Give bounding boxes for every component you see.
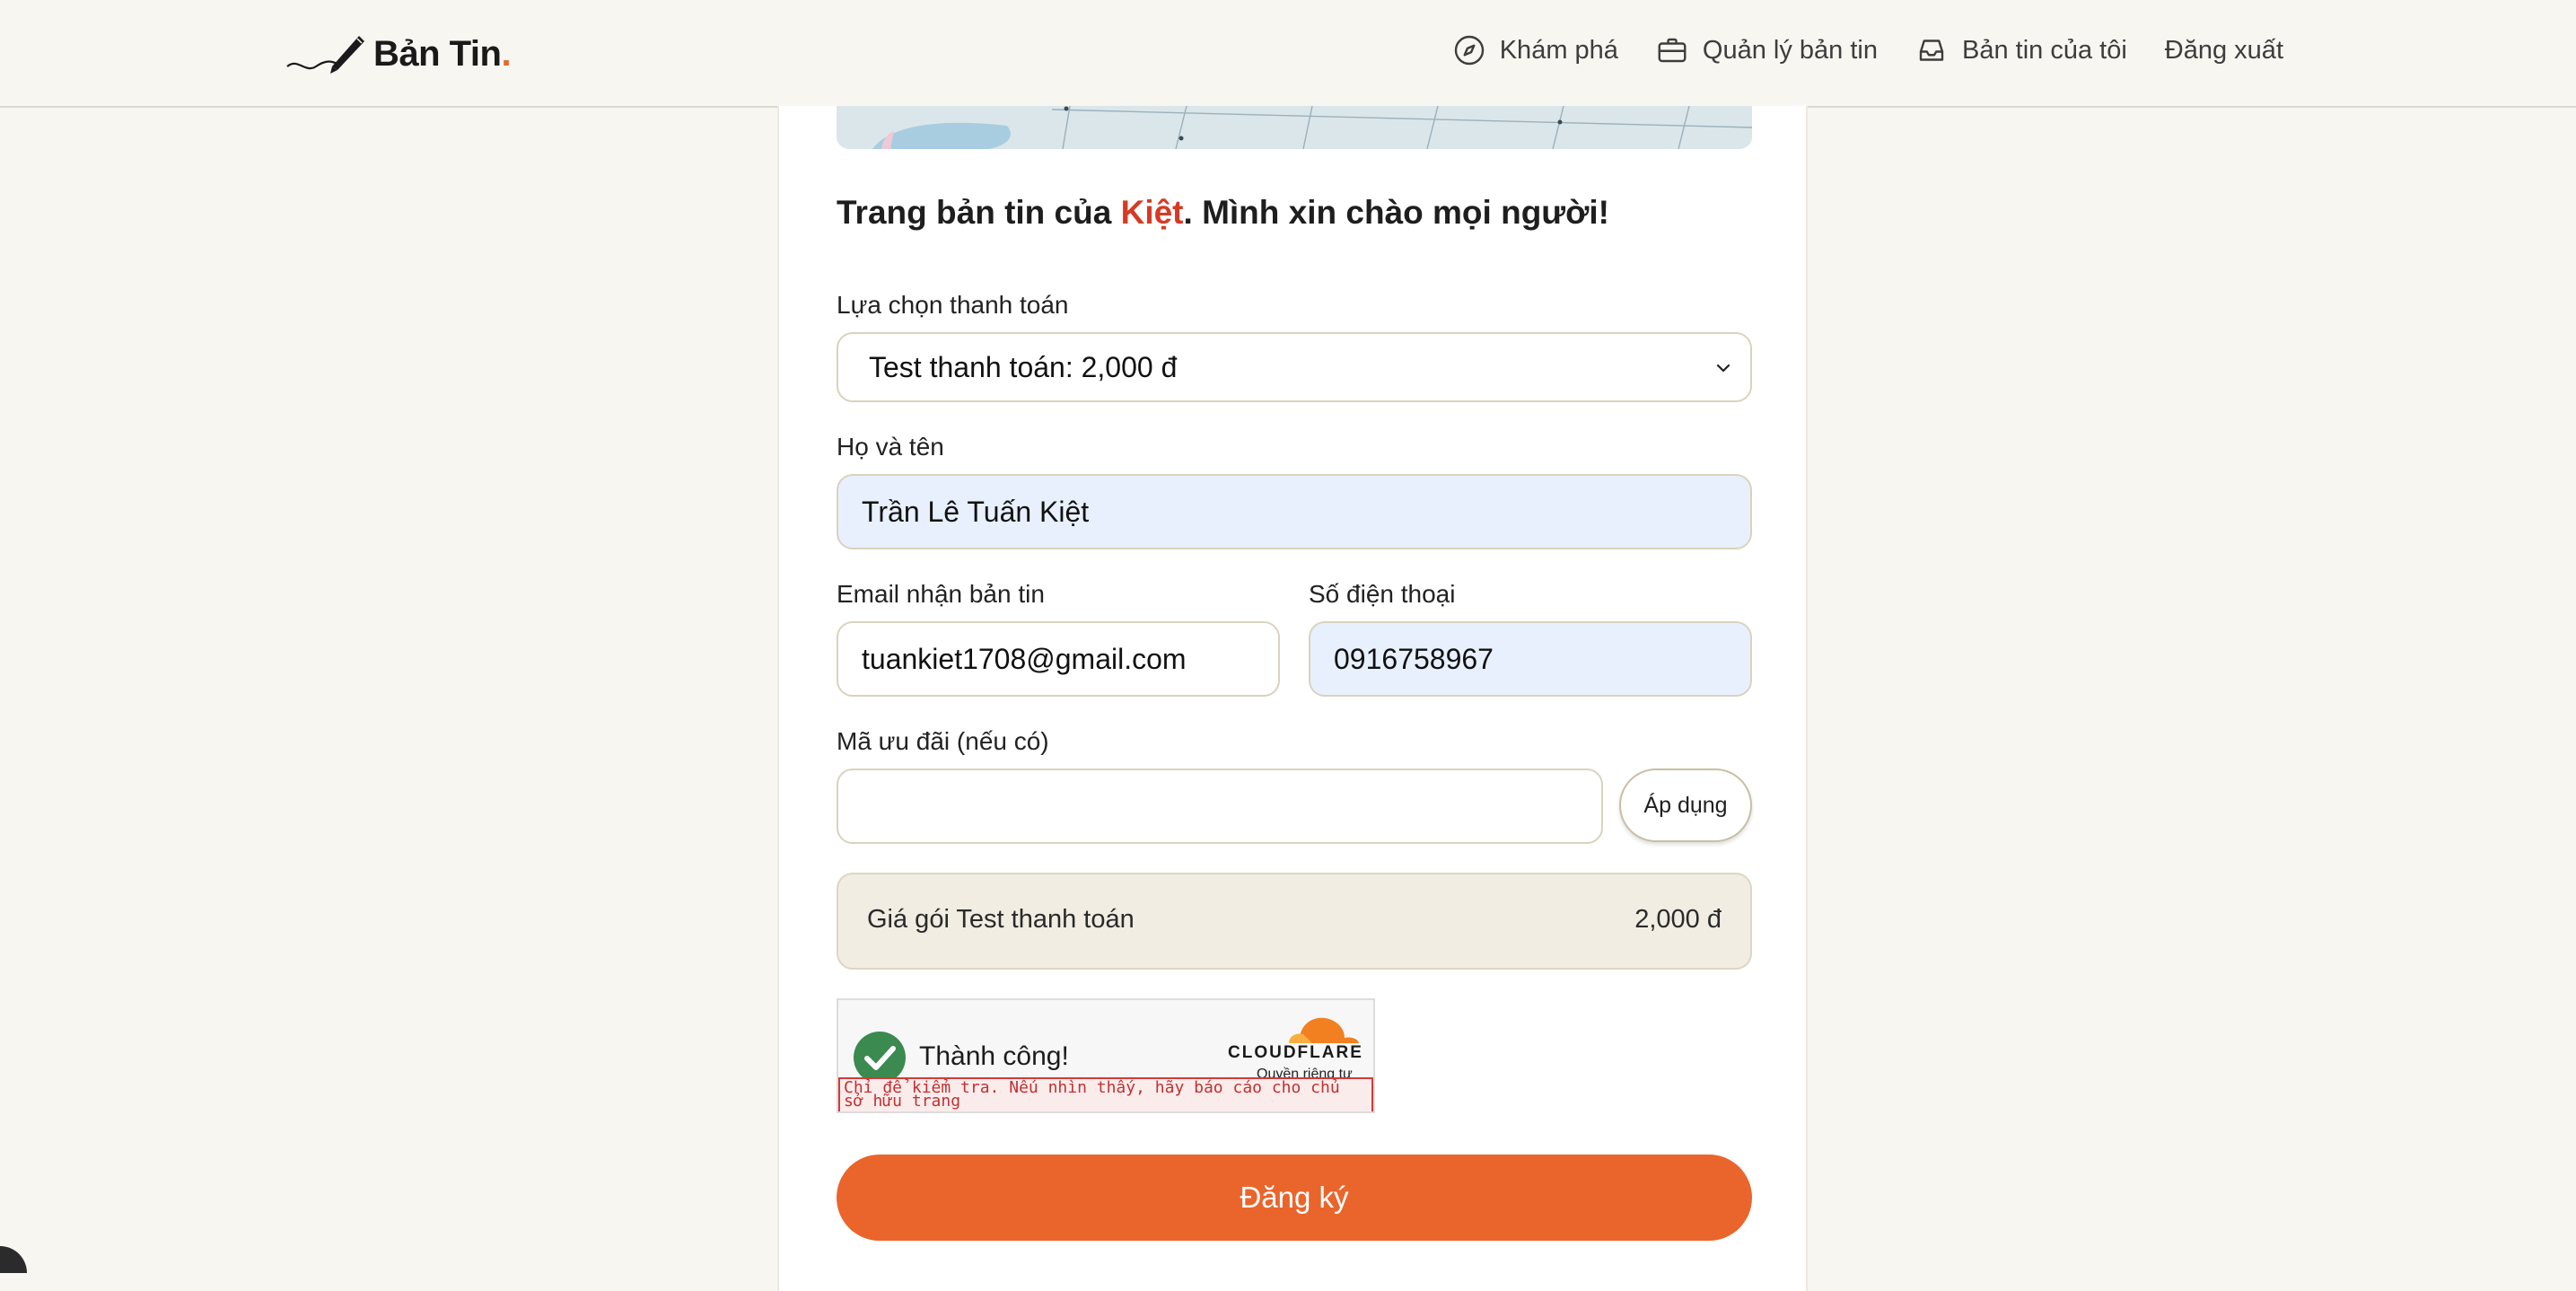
email-label: Email nhận bản tin bbox=[837, 580, 1045, 608]
main-nav: Khám phá Quản lý bản tin Bản tin của tôi… bbox=[1453, 27, 2283, 74]
price-summary: Giá gói Test thanh toán 2,000 đ bbox=[837, 873, 1752, 970]
inbox-icon bbox=[1919, 40, 1944, 61]
apply-promo-button[interactable]: Áp dụng bbox=[1619, 768, 1752, 842]
nav-manage[interactable]: Quản lý bản tin bbox=[1656, 34, 1878, 66]
cover-image-graphic bbox=[837, 106, 1752, 149]
captcha-status: Thành công! bbox=[919, 1041, 1069, 1071]
register-button[interactable]: Đăng ký bbox=[837, 1155, 1752, 1241]
price-amount: 2,000 đ bbox=[1634, 905, 1722, 934]
cloudflare-logo-text: CLOUDFLARE bbox=[1228, 1043, 1363, 1062]
title-prefix: Trang bản tin của bbox=[837, 194, 1121, 231]
payment-option-value: Test thanh toán: 2,000 đ bbox=[869, 350, 1178, 383]
full-name-label: Họ và tên bbox=[837, 433, 944, 461]
briefcase-icon bbox=[1658, 38, 1687, 63]
nav-explore[interactable]: Khám phá bbox=[1453, 34, 1618, 66]
price-label: Giá gói Test thanh toán bbox=[867, 905, 1135, 934]
cover-image bbox=[837, 106, 1752, 149]
page-title: Trang bản tin của Kiệt. Mình xin chào mọ… bbox=[837, 194, 1609, 232]
nav-my-newsletters[interactable]: Bản tin của tôi bbox=[1915, 34, 2127, 66]
nav-explore-label: Khám phá bbox=[1499, 35, 1618, 65]
pen-signature-icon bbox=[286, 36, 364, 74]
payment-option-label: Lựa chọn thanh toán bbox=[837, 291, 1069, 319]
email-value: tuankiet1708@gmail.com bbox=[862, 642, 1187, 675]
promo-code-input[interactable] bbox=[837, 768, 1603, 844]
title-suffix: . Mình xin chào mọi người! bbox=[1183, 194, 1609, 231]
phone-input[interactable]: 0916758967 bbox=[1309, 621, 1752, 697]
full-name-input[interactable]: Trần Lê Tuấn Kiệt bbox=[837, 474, 1752, 549]
brand-name: Bản Tin bbox=[373, 33, 502, 74]
nav-my-newsletters-label: Bản tin của tôi bbox=[1962, 35, 2127, 65]
title-name: Kiệt bbox=[1120, 194, 1184, 231]
brand-logo[interactable]: Bản Tin. bbox=[285, 27, 512, 81]
promo-code-label: Mã ưu đãi (nếu có) bbox=[837, 727, 1049, 755]
top-header: Bản Tin. Khám phá Quản lý bản tin Bản ti… bbox=[0, 0, 2576, 108]
email-input[interactable]: tuankiet1708@gmail.com bbox=[837, 621, 1280, 697]
chevron-down-icon bbox=[1716, 364, 1730, 373]
window-corner bbox=[0, 1246, 27, 1273]
captcha-test-warning: Chỉ để kiểm tra. Nếu nhìn thấy, hãy báo … bbox=[838, 1077, 1373, 1111]
phone-value: 0916758967 bbox=[1334, 642, 1494, 675]
phone-label: Số điện thoại bbox=[1309, 580, 1456, 608]
payment-option-select[interactable]: Test thanh toán: 2,000 đ bbox=[837, 332, 1752, 402]
signup-card: Trang bản tin của Kiệt. Mình xin chào mọ… bbox=[777, 106, 1808, 1291]
nav-logout-label: Đăng xuất bbox=[2164, 35, 2283, 65]
nav-logout[interactable]: Đăng xuất bbox=[2165, 36, 2283, 66]
compass-icon bbox=[1454, 35, 1484, 66]
captcha-widget[interactable]: Thành công! CLOUDFLARE Quyền riêng tư Ch… bbox=[837, 998, 1375, 1113]
full-name-value: Trần Lê Tuấn Kiệt bbox=[862, 495, 1090, 528]
success-check-icon bbox=[854, 1032, 906, 1084]
nav-manage-label: Quản lý bản tin bbox=[1702, 35, 1878, 65]
brand-dot: . bbox=[501, 33, 512, 74]
